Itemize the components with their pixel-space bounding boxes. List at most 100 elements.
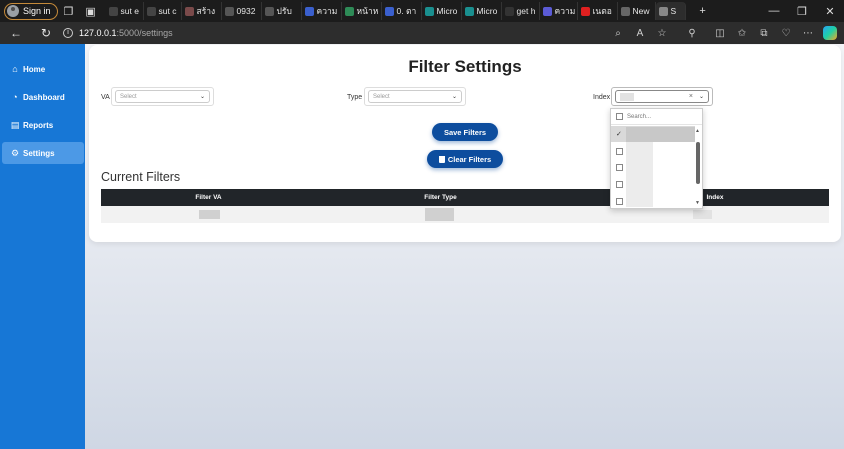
home-icon: ⌂ xyxy=(12,64,18,74)
index-dropdown-menu: Search... ✓ ▲ ▼ xyxy=(610,108,703,209)
new-tab-button[interactable]: + xyxy=(692,2,714,20)
info-icon[interactable]: i xyxy=(63,28,73,38)
sidebar-item-label: Settings xyxy=(23,148,55,158)
option-checkbox[interactable] xyxy=(616,180,623,188)
browser-tab-label: Micro xyxy=(436,6,458,16)
dropdown-search-placeholder: Search... xyxy=(627,113,652,120)
tab-favicon-icon xyxy=(464,6,474,16)
clear-filters-label: Clear Filters xyxy=(447,154,492,164)
url-path: :5000/settings xyxy=(116,28,173,38)
trash-icon xyxy=(438,155,445,163)
sidebar-item-label: Home xyxy=(23,64,46,74)
zoom-icon[interactable]: ⌕ xyxy=(608,22,628,44)
index-label: Index xyxy=(593,94,611,101)
browser-tab[interactable]: New✕ xyxy=(618,2,656,20)
browser-tab-label: หน้าห xyxy=(356,6,379,16)
save-filters-button[interactable]: Save Filters xyxy=(432,123,498,141)
browser-tab-label: ปรับ xyxy=(276,6,292,16)
table-row xyxy=(101,206,829,223)
browser-tab[interactable]: ปรับ xyxy=(262,2,302,20)
browser-tab[interactable]: Micro xyxy=(422,2,462,20)
close-window-icon[interactable]: ✕ xyxy=(816,0,844,22)
sidebar-item-reports[interactable]: ▤ Reports xyxy=(2,114,84,136)
type-label: Type xyxy=(347,94,363,101)
browser-tab[interactable]: sut c xyxy=(144,2,182,20)
browser-tab-label: Micro xyxy=(476,6,498,16)
type-select[interactable]: Select ⌄ xyxy=(368,90,462,103)
extensions-icon[interactable]: ⚲ xyxy=(682,22,702,44)
column-header-filter-type: Filter Type xyxy=(424,194,457,201)
scrollbar-thumb[interactable] xyxy=(696,142,700,184)
signin-label: Sign in xyxy=(23,6,51,16)
dropdown-search[interactable]: Search... xyxy=(611,109,702,125)
tab-favicon-icon xyxy=(304,6,314,16)
table-cell-index xyxy=(693,210,712,219)
clear-selection-icon[interactable]: × xyxy=(689,93,693,100)
page-title: Filter Settings xyxy=(408,57,522,76)
tab-favicon-icon xyxy=(620,6,630,16)
chevron-down-icon: ⌄ xyxy=(451,94,457,100)
browser-tab-label: สร้าง xyxy=(196,6,216,16)
dropdown-option[interactable] xyxy=(611,159,695,175)
index-select-wrapper: × ⌄ xyxy=(611,87,713,106)
chevron-down-icon: ⌄ xyxy=(199,94,205,100)
option-checkbox[interactable] xyxy=(616,197,623,205)
signin-button[interactable]: Sign in xyxy=(4,2,58,20)
browser-tab[interactable]: 0932 xyxy=(222,2,262,20)
browser-essentials-icon[interactable]: ♡ xyxy=(776,22,796,44)
more-menu-icon[interactable]: ⋯ xyxy=(798,22,818,44)
va-select[interactable]: Select ⌄ xyxy=(115,90,210,103)
scroll-down-icon[interactable]: ▼ xyxy=(695,200,700,206)
workspaces-icon[interactable]: ❐ xyxy=(58,2,80,20)
tab-favicon-icon xyxy=(384,6,394,16)
type-select-placeholder: Select xyxy=(373,93,390,100)
browser-tab[interactable]: 0. ตา xyxy=(382,2,422,20)
browser-tab[interactable]: หน้าห xyxy=(342,2,382,20)
filters-table-header: Filter VA Filter Type Index xyxy=(101,189,829,206)
favorite-star-icon[interactable]: ☆ xyxy=(652,22,672,44)
tab-actions-icon[interactable]: ▣ xyxy=(80,2,102,20)
dropdown-option[interactable] xyxy=(611,176,695,192)
browser-tab[interactable]: S xyxy=(655,2,686,20)
option-checkbox[interactable] xyxy=(616,147,623,155)
browser-tab[interactable]: ความ xyxy=(302,2,342,20)
browser-tab[interactable]: get h xyxy=(502,2,540,20)
sidebar-item-settings[interactable]: ⚙ Settings xyxy=(2,142,84,164)
file-icon: ▤ xyxy=(10,119,20,130)
copilot-icon[interactable] xyxy=(820,22,840,44)
tab-favicon-icon xyxy=(580,6,590,16)
back-icon[interactable]: ← xyxy=(5,22,27,44)
dashboard-icon: ◔ xyxy=(12,92,18,102)
read-aloud-icon[interactable]: A xyxy=(630,22,650,44)
refresh-icon[interactable]: ↻ xyxy=(35,22,57,44)
dropdown-option[interactable] xyxy=(611,143,695,159)
index-select[interactable]: × ⌄ xyxy=(615,90,709,103)
browser-tab[interactable]: Micro xyxy=(462,2,502,20)
tab-favicon-icon xyxy=(424,6,434,16)
clear-filters-button[interactable]: Clear Filters xyxy=(427,150,503,168)
sidebar-item-home[interactable]: ⌂ Home xyxy=(2,58,84,80)
browser-tab-label: ความ xyxy=(554,6,576,16)
browser-tab-label: ความ xyxy=(316,6,338,16)
url-field[interactable]: i 127.0.0.1:5000/settings xyxy=(63,24,173,42)
collections-icon[interactable]: ⧉ xyxy=(754,22,774,44)
split-screen-icon[interactable]: ◫ xyxy=(710,22,730,44)
browser-tab[interactable]: ความ xyxy=(540,2,578,20)
table-cell-type xyxy=(425,208,454,221)
url-host: 127.0.0.1 xyxy=(79,28,117,38)
dropdown-option[interactable] xyxy=(611,193,695,209)
minimize-icon[interactable]: — xyxy=(760,0,788,22)
browser-tab[interactable]: สร้าง xyxy=(182,2,222,20)
scroll-up-icon[interactable]: ▲ xyxy=(695,128,700,134)
browser-tab-label: sut e xyxy=(120,6,139,16)
browser-tab[interactable]: sut e xyxy=(106,2,144,20)
dropdown-scrollbar[interactable]: ▲ ▼ xyxy=(694,126,702,208)
browser-tab-label: sut c xyxy=(158,6,177,16)
favorites-icon[interactable]: ✩ xyxy=(732,22,752,44)
sidebar-item-dashboard[interactable]: ◔ Dashboard xyxy=(2,86,84,108)
maximize-icon[interactable]: ❐ xyxy=(788,0,816,22)
browser-tab[interactable]: เนตอ xyxy=(578,2,618,20)
tab-favicon-icon xyxy=(184,6,194,16)
option-checkbox[interactable] xyxy=(616,163,623,171)
select-all-checkbox[interactable] xyxy=(616,113,623,120)
